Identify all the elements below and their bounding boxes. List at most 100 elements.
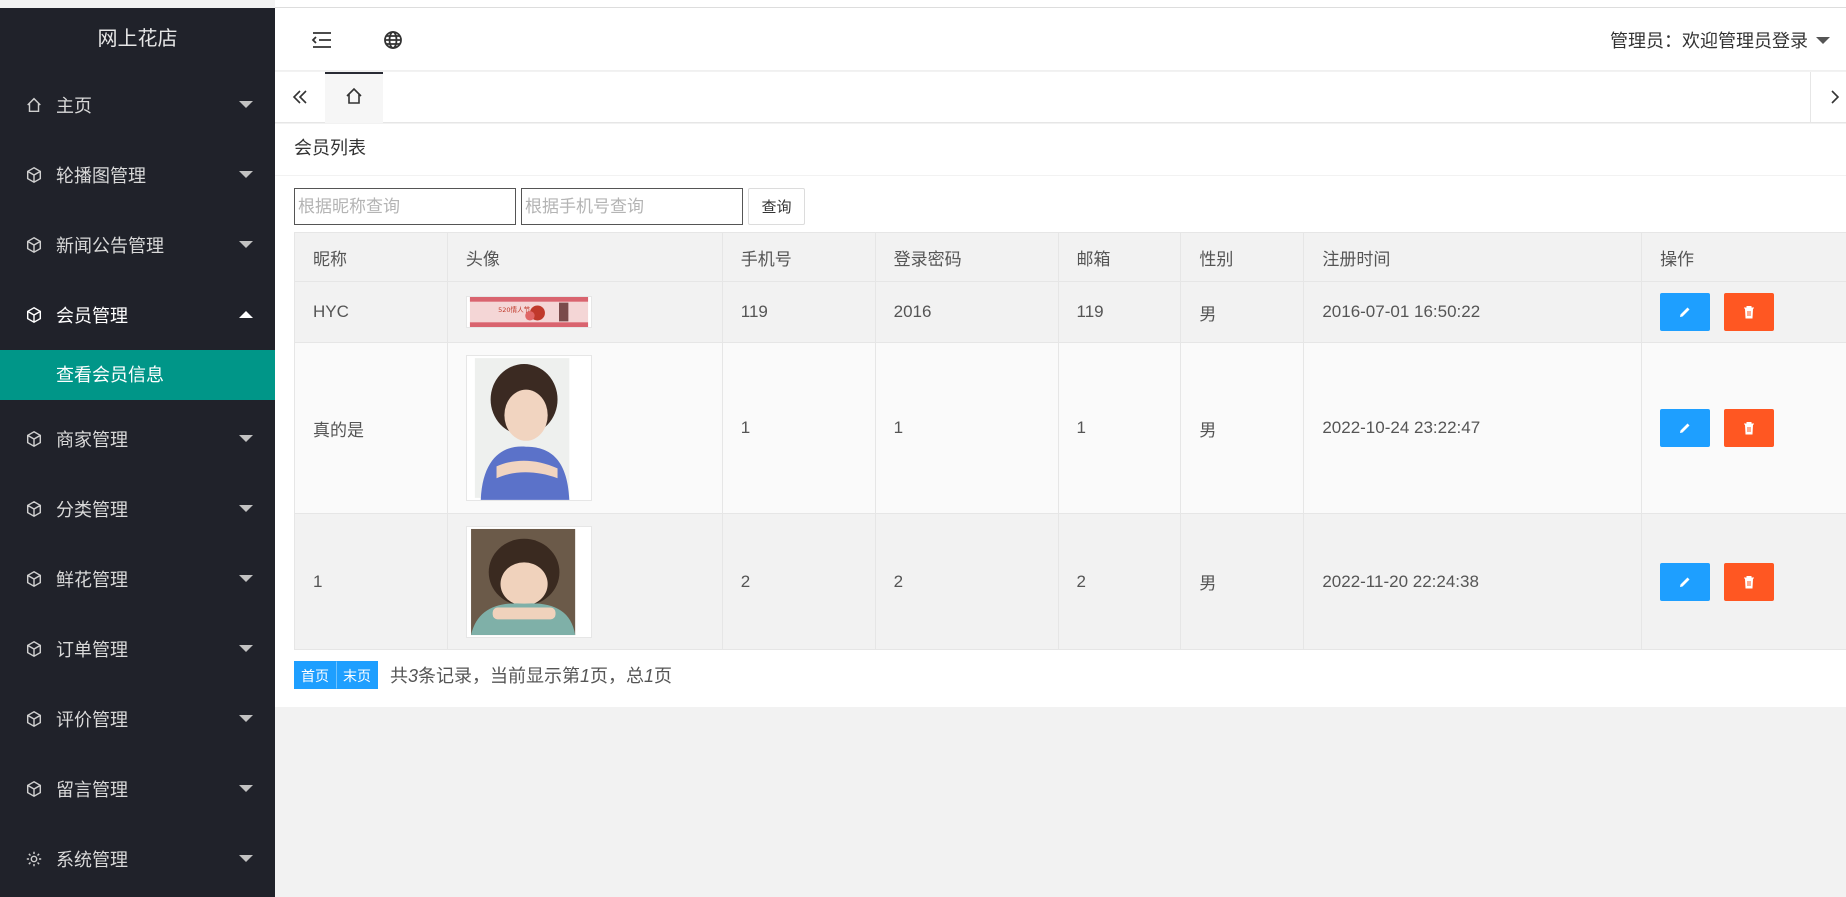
table-row: 1 2 2 2 男 2022-11-20 22:24:38	[294, 513, 1846, 650]
delete-button[interactable]	[1724, 409, 1775, 447]
sidebar-item-system[interactable]: 系统管理	[0, 824, 275, 894]
sidebar-item-label: 订单管理	[56, 640, 128, 660]
first-page-button[interactable]: 首页	[294, 661, 336, 689]
chevron-down-icon	[239, 241, 253, 248]
sidebar-item-orders[interactable]: 订单管理	[0, 614, 275, 684]
sidebar-item-carousel[interactable]: 轮播图管理	[0, 140, 275, 210]
table-row: 真的是 1 1 1 男 2022-10-24 23:22:47	[294, 342, 1846, 514]
sidebar-item-flowers[interactable]: 鲜花管理	[0, 544, 275, 614]
pencil-icon	[1680, 423, 1690, 433]
sidebar-subitem-view-members[interactable]: 查看会员信息	[0, 350, 275, 400]
cell-password: 2	[874, 513, 1059, 650]
globe-icon[interactable]	[380, 28, 406, 52]
search-button[interactable]: 查询	[748, 188, 805, 225]
home-icon	[24, 95, 44, 115]
top-header: 管理员：欢迎管理员登录	[275, 8, 1846, 71]
cube-icon	[24, 499, 44, 519]
member-table: 昵称 头像 手机号 登录密码 邮箱 性别 注册时间 操作 HYC 520情人节 …	[294, 232, 1846, 650]
cell-phone: 2	[721, 513, 876, 650]
table-header-row: 昵称 头像 手机号 登录密码 邮箱 性别 注册时间 操作	[294, 232, 1846, 282]
cell-register-time: 2022-10-24 23:22:47	[1303, 342, 1643, 514]
edit-button[interactable]	[1660, 293, 1711, 331]
cell-email: 2	[1057, 513, 1182, 650]
top-edge	[275, 0, 1846, 8]
sidebar-item-label: 新闻公告管理	[56, 236, 164, 256]
cell-gender: 男	[1180, 513, 1305, 650]
cube-icon	[24, 165, 44, 185]
edit-button[interactable]	[1660, 409, 1711, 447]
brand-title: 网上花店	[97, 28, 178, 50]
trash-icon	[1744, 422, 1755, 435]
banner-text: 520情人节	[498, 305, 531, 314]
cell-actions	[1641, 342, 1846, 514]
column-header: 操作	[1641, 232, 1846, 282]
cell-nickname: 1	[294, 513, 448, 650]
sidebar-item-label: 主页	[56, 96, 92, 116]
chevron-down-icon	[239, 575, 253, 582]
avatar-photo	[465, 525, 592, 638]
sidebar-item-label: 分类管理	[56, 500, 128, 520]
admin-menu[interactable]: 管理员：欢迎管理员登录	[1610, 27, 1830, 53]
search-form: 查询	[294, 188, 805, 225]
nickname-search-input[interactable]	[294, 188, 516, 225]
delete-button[interactable]	[1724, 293, 1775, 331]
cell-email: 1	[1057, 342, 1182, 514]
cube-icon	[24, 235, 44, 255]
trash-icon	[1744, 575, 1755, 588]
last-page-button[interactable]: 末页	[336, 661, 378, 689]
column-header: 登录密码	[874, 232, 1059, 282]
tabs-scroll-right-icon[interactable]	[1810, 72, 1846, 122]
admin-label: 管理员：欢迎管理员登录	[1610, 31, 1808, 51]
pencil-icon	[1680, 307, 1690, 317]
cell-actions	[1641, 281, 1846, 343]
column-header: 头像	[446, 232, 723, 282]
pencil-icon	[1680, 577, 1690, 587]
cube-icon	[24, 709, 44, 729]
sidebar-item-label: 商家管理	[56, 430, 128, 450]
cube-icon	[24, 779, 44, 799]
cell-register-time: 2022-11-20 22:24:38	[1303, 513, 1643, 650]
chevron-down-icon	[239, 435, 253, 442]
trash-icon	[1744, 306, 1755, 319]
cell-email: 119	[1057, 281, 1182, 343]
avatar-photo	[465, 355, 592, 501]
sidebar-item-merchants[interactable]: 商家管理	[0, 404, 275, 474]
sidebar-item-categories[interactable]: 分类管理	[0, 474, 275, 544]
cell-nickname: 真的是	[294, 342, 448, 514]
home-icon	[344, 86, 364, 111]
cell-avatar	[446, 513, 723, 650]
sidebar-item-news[interactable]: 新闻公告管理	[0, 210, 275, 280]
cube-icon	[24, 569, 44, 589]
menu-collapse-icon[interactable]	[309, 28, 335, 52]
tab-home[interactable]	[325, 72, 383, 123]
column-header: 性别	[1180, 232, 1305, 282]
cell-avatar	[446, 342, 723, 514]
table-row: HYC 520情人节 119 2016 119 男 2016-07-01 16:…	[294, 281, 1846, 343]
phone-search-input[interactable]	[521, 188, 743, 225]
chevron-down-icon	[239, 855, 253, 862]
chevron-up-icon	[239, 311, 253, 318]
sidebar-item-label: 系统管理	[56, 850, 128, 870]
sidebar-item-members[interactable]: 会员管理	[0, 280, 275, 350]
cube-icon	[24, 429, 44, 449]
sidebar-item-label: 会员管理	[56, 306, 128, 326]
chevron-down-icon	[239, 645, 253, 652]
cell-gender: 男	[1180, 342, 1305, 514]
chevron-down-icon	[239, 785, 253, 792]
column-header: 昵称	[294, 232, 448, 282]
delete-button[interactable]	[1724, 562, 1775, 601]
panel-title: 会员列表	[275, 124, 1846, 176]
column-header: 手机号	[721, 232, 876, 282]
cell-password: 1	[874, 342, 1059, 514]
cell-phone: 119	[721, 281, 876, 343]
cube-icon	[24, 305, 44, 325]
chevron-down-icon	[1816, 36, 1830, 44]
edit-button[interactable]	[1660, 562, 1711, 601]
sidebar-item-home[interactable]: 主页	[0, 70, 275, 140]
sidebar-item-messages[interactable]: 留言管理	[0, 754, 275, 824]
cell-actions	[1641, 513, 1846, 650]
tabs-scroll-left-icon[interactable]	[275, 72, 325, 122]
cube-icon	[24, 639, 44, 659]
sidebar-item-reviews[interactable]: 评价管理	[0, 684, 275, 754]
cell-gender: 男	[1180, 281, 1305, 343]
